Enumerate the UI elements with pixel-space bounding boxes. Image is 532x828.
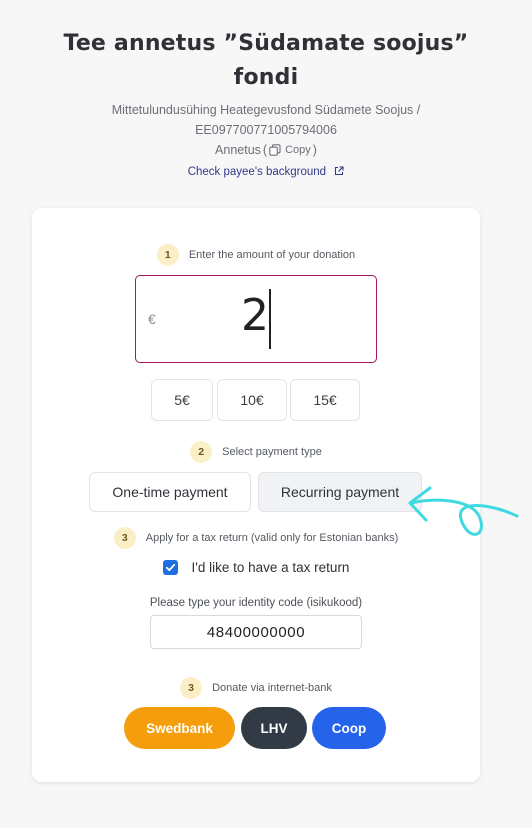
payee-description: Annetus (215, 143, 261, 157)
step-payment-type: 2 Select payment type (32, 441, 480, 463)
tax-return-option: I'd like to have a tax return (32, 560, 480, 575)
amount-value: 2 (241, 290, 269, 341)
step-label: Select payment type (222, 446, 322, 458)
preset-amount-button[interactable]: 15€ (290, 379, 360, 421)
tax-return-label: I'd like to have a tax return (191, 560, 350, 575)
copy-label: Copy (285, 144, 311, 156)
identity-code-label: Please type your identity code (isikukoo… (149, 597, 363, 609)
step-label: Enter the amount of your donation (188, 249, 356, 261)
page-title-line-2: fondi (233, 65, 299, 90)
one-time-payment-button[interactable]: One-time payment (89, 472, 251, 512)
check-payee-link[interactable]: Check payee's background (0, 166, 532, 178)
step-amount: 1 Enter the amount of your donation (32, 244, 480, 266)
amount-input[interactable]: € 2 (135, 275, 377, 363)
page-title: Tee annetus ”Südamate soojus” fondi (0, 27, 532, 95)
recurring-payment-button[interactable]: Recurring payment (258, 472, 422, 512)
lhv-button[interactable]: LHV (241, 707, 307, 749)
external-link-icon (335, 166, 344, 176)
checkmark-icon (165, 563, 175, 572)
step-label: Donate via internet-bank (212, 682, 332, 694)
coop-button[interactable]: Coop (312, 707, 386, 749)
swedbank-button[interactable]: Swedbank (124, 707, 235, 749)
step-badge: 3 (180, 677, 203, 699)
payee-name: Mittetulundusühing Heategevusfond Südame… (111, 103, 421, 117)
step-badge: 2 (190, 441, 213, 463)
annotation-arrow-icon (408, 486, 519, 536)
text-caret (269, 289, 271, 349)
page-title-line-1: Tee annetus ”Südamate soojus” (63, 31, 469, 56)
tax-return-checkbox[interactable] (162, 560, 178, 575)
payee-iban: EE097700771005794006 (195, 123, 337, 137)
identity-code-input[interactable]: 48400000000 (150, 615, 362, 649)
payee-info: Mittetulundusühing Heategevusfond Südame… (0, 100, 532, 160)
preset-amount-button[interactable]: 10€ (217, 379, 287, 421)
copy-button[interactable]: Copy (269, 140, 311, 160)
currency-symbol: € (148, 311, 156, 327)
payee-description-row: Annetus ( Copy ) (0, 140, 532, 160)
step-internet-bank: 3 Donate via internet-bank (32, 677, 480, 699)
step-badge: 3 (113, 527, 136, 549)
check-payee-link-label: Check payee's background (187, 166, 327, 178)
step-label: Apply for a tax return (valid only for E… (145, 532, 399, 544)
preset-amount-button[interactable]: 5€ (151, 379, 213, 421)
copy-icon (269, 144, 281, 156)
step-badge: 1 (156, 244, 179, 266)
